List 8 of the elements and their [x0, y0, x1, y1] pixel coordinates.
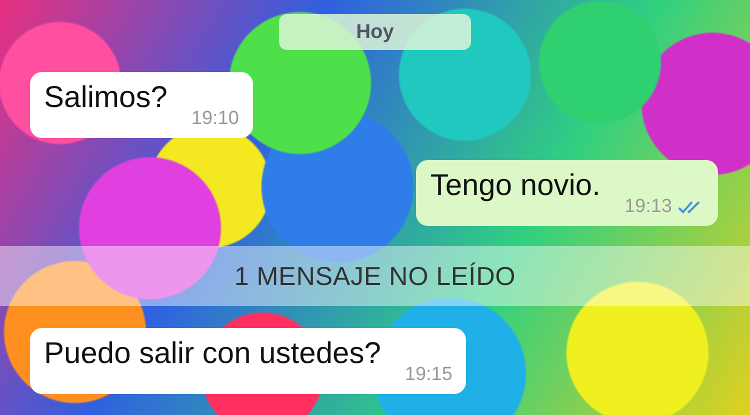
message-text: Salimos?	[44, 80, 168, 116]
unread-banner: 1 MENSAJE NO LEÍDO	[0, 246, 750, 306]
message-text: Puedo salir con ustedes?	[44, 336, 381, 372]
message-time: 19:10	[191, 108, 239, 130]
message-text: Tengo novio.	[430, 168, 600, 204]
message-time: 19:13	[624, 196, 672, 218]
message-time: 19:15	[404, 364, 452, 386]
date-label: Hoy	[279, 14, 471, 50]
